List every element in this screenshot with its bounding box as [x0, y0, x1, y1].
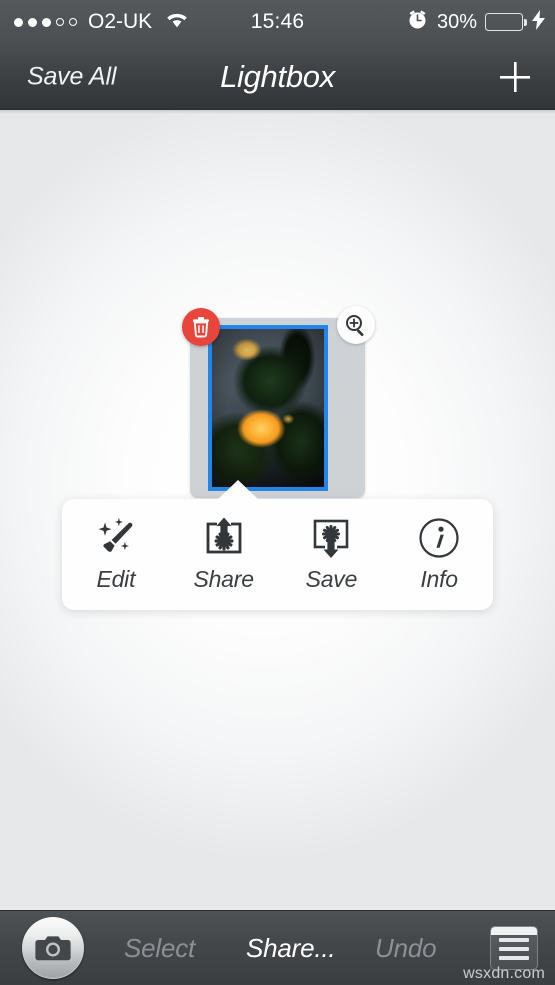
save-action-label: Save [305, 565, 358, 592]
share-button[interactable]: Share... [246, 933, 336, 964]
info-action-button[interactable]: Info [385, 517, 493, 593]
menu-line [499, 956, 529, 960]
edit-action-button[interactable]: Edit [62, 517, 170, 593]
camera-icon [35, 936, 71, 961]
zoom-photo-button[interactable] [337, 306, 375, 344]
page-title: Lightbox [220, 58, 335, 94]
status-bar: O2-UK 15:46 30% [0, 0, 555, 44]
menu-line [499, 938, 529, 942]
magnify-plus-icon [346, 315, 364, 337]
photo-action-popover: Edit Share Save Info [62, 499, 493, 610]
battery-percentage: 30% [436, 10, 477, 33]
add-button[interactable] [493, 55, 537, 99]
info-action-label: Info [420, 565, 458, 592]
lightning-bolt-icon [532, 9, 545, 35]
app-screen: O2-UK 15:46 30% Save All Lightbox Edit S… [0, 0, 555, 985]
navigation-bar: Save All Lightbox [0, 44, 555, 110]
save-down-arrow-icon [309, 517, 353, 559]
save-action-button[interactable]: Save [278, 517, 386, 593]
status-bar-right: 30% [407, 9, 545, 35]
trash-icon [193, 317, 209, 338]
menu-line [499, 947, 529, 951]
lightbox-canvas: Edit Share Save Info [0, 110, 555, 910]
share-action-button[interactable]: Share [170, 517, 278, 593]
bottom-toolbar: Select Share... Undo [0, 910, 555, 985]
undo-button[interactable]: Undo [375, 933, 437, 964]
plus-icon [500, 61, 530, 92]
list-menu-button[interactable] [490, 926, 538, 970]
share-up-arrow-icon [202, 517, 246, 559]
delete-photo-button[interactable] [182, 308, 220, 346]
photo-vignette [212, 329, 324, 487]
edit-action-label: Edit [96, 565, 136, 592]
info-circle-icon [418, 517, 460, 559]
popover-arrow [215, 480, 261, 502]
photo-thumbnail-card[interactable] [182, 306, 375, 498]
camera-button[interactable] [22, 917, 84, 979]
select-button[interactable]: Select [124, 933, 195, 964]
share-action-label: Share [193, 565, 254, 592]
magic-wand-icon [93, 517, 139, 559]
battery-icon [485, 13, 527, 31]
alarm-clock-icon [407, 9, 428, 35]
photo-thumbnail[interactable] [208, 325, 328, 491]
